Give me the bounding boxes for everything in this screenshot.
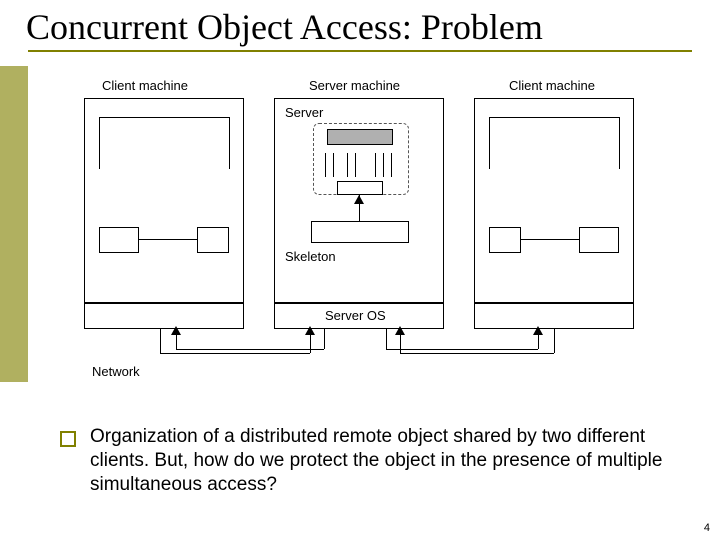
bullet-row: Organization of a distributed remote obj…: [60, 425, 680, 496]
label-client-right: Client machine: [509, 78, 595, 93]
bullet-marker-icon: [60, 431, 76, 447]
page-number: 4: [704, 522, 710, 534]
label-client-left: Client machine: [102, 78, 188, 93]
client-box-right: [474, 98, 634, 303]
label-network: Network: [92, 364, 140, 379]
architecture-diagram: Client machine Server machine Client mac…: [84, 78, 644, 388]
title-underline: [28, 50, 692, 52]
bullet-text: Organization of a distributed remote obj…: [90, 425, 680, 496]
client-box-left: [84, 98, 244, 303]
label-server: Server: [285, 105, 323, 120]
label-server-os: Server OS: [325, 308, 386, 323]
slide-title: Concurrent Object Access: Problem: [0, 0, 720, 48]
client-os-right: [474, 303, 634, 329]
server-os-box: Server OS: [274, 303, 444, 329]
slide: Concurrent Object Access: Problem Client…: [0, 0, 720, 540]
label-server-machine: Server machine: [309, 78, 400, 93]
label-skeleton: Skeleton: [285, 249, 336, 264]
client-os-left: [84, 303, 244, 329]
accent-bar: [0, 66, 28, 382]
server-box: Server Skeleton: [274, 98, 444, 303]
